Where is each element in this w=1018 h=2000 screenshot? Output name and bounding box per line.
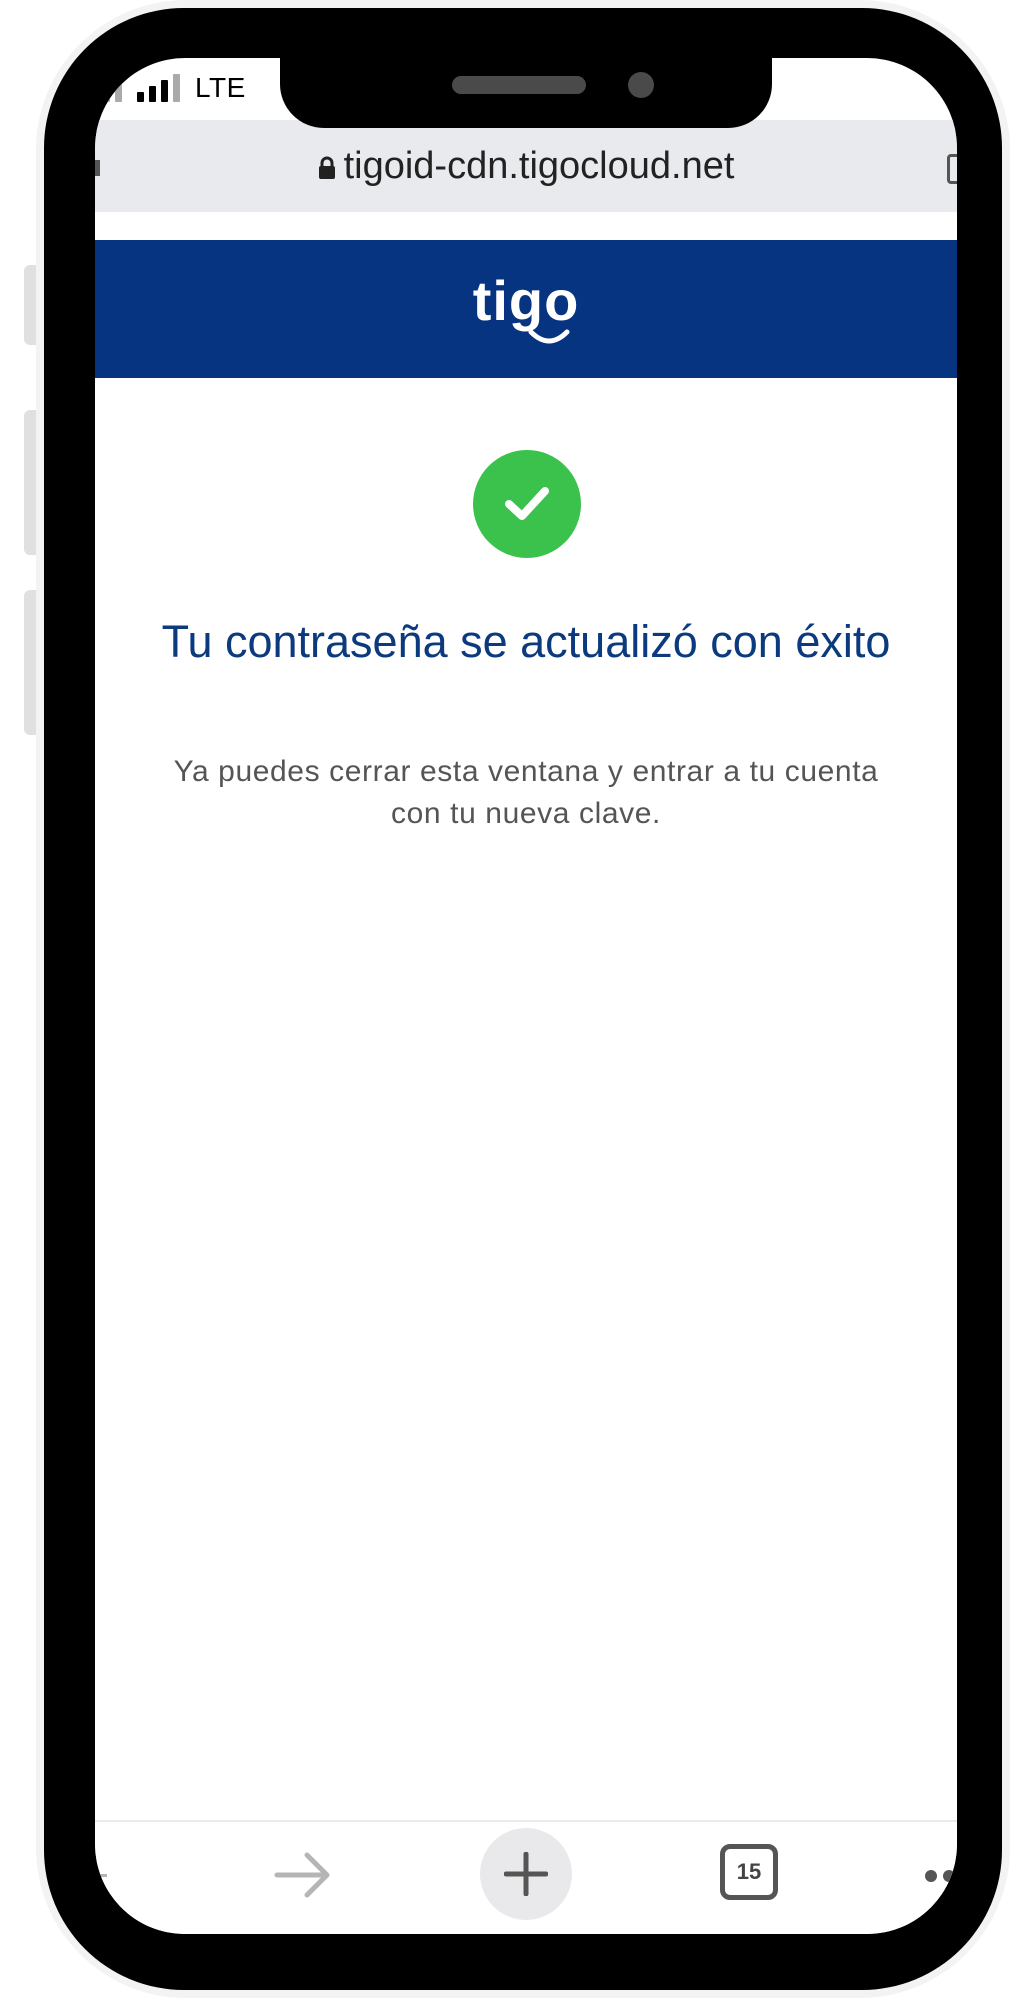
new-tab-button[interactable] — [480, 1828, 572, 1920]
speaker-grille — [452, 76, 586, 94]
browser-toolbar: 15 — [95, 1820, 957, 1934]
volume-down-button — [24, 590, 36, 735]
address-bar[interactable]: tigoid-cdn.tigocloud.net — [95, 120, 957, 212]
logo-smile-icon — [528, 329, 570, 344]
silent-switch — [24, 265, 36, 345]
back-icon[interactable] — [95, 1874, 107, 1877]
forward-icon[interactable] — [273, 1848, 333, 1902]
plus-icon — [504, 1852, 548, 1896]
url-text[interactable]: tigoid-cdn.tigocloud.net — [344, 145, 735, 188]
lock-icon — [318, 156, 336, 180]
reader-mode-icon[interactable] — [947, 154, 957, 184]
network-type: LTE — [195, 72, 246, 103]
success-title: Tu contraseña se actualizó con éxito — [161, 616, 891, 667]
volume-up-button — [24, 410, 36, 555]
success-message: Ya puedes cerrar esta ventana y entrar a… — [173, 755, 879, 830]
battery-icon — [939, 82, 953, 96]
front-camera — [628, 72, 654, 98]
tabs-button[interactable]: 15 — [720, 1844, 778, 1900]
success-check-icon — [473, 450, 581, 558]
page-header: tigo — [95, 240, 957, 378]
tigo-logo: tigo — [472, 269, 580, 332]
phone-screen: LTE tigoid-cdn.tigocloud.net tigo Tu con… — [95, 58, 957, 1934]
